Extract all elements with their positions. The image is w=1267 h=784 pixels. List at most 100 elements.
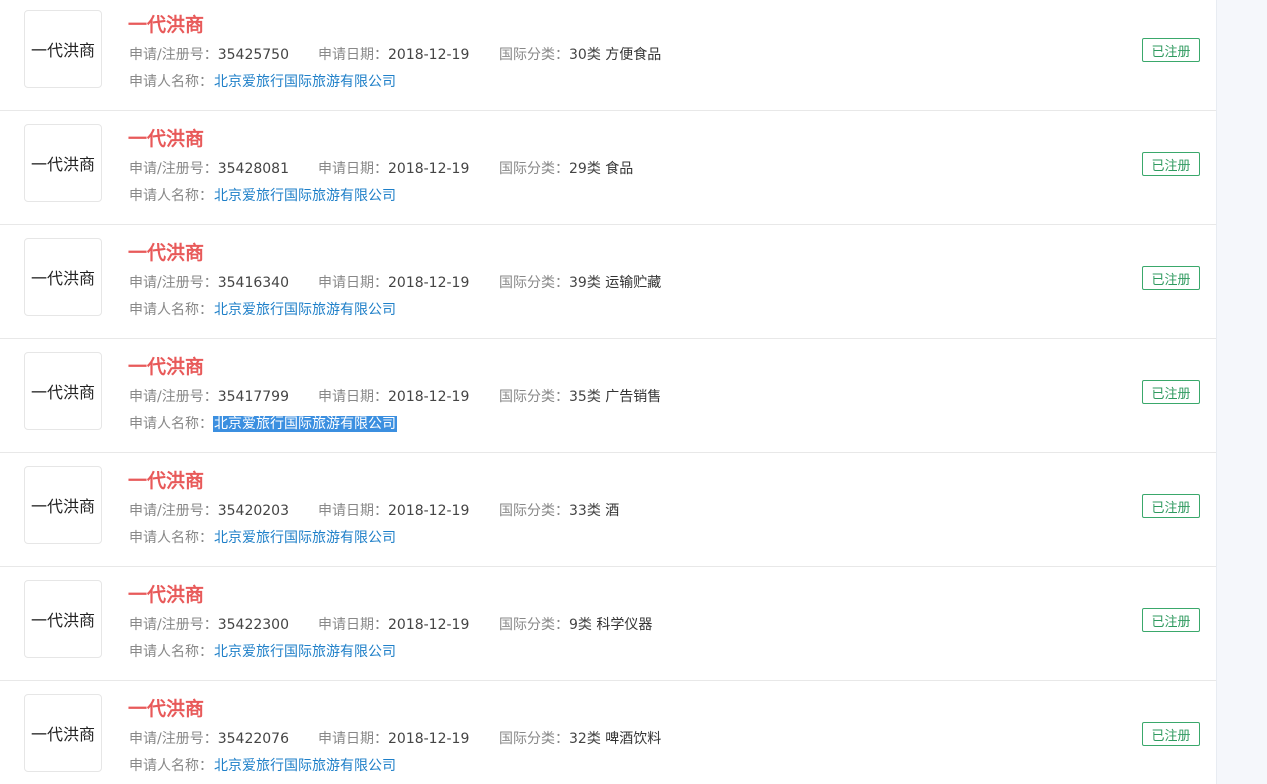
applicant-line: 申请人名称：北京爱旅行国际旅游有限公司 <box>129 756 397 776</box>
status-badge[interactable]: 已注册 <box>1142 266 1200 290</box>
apply-date-label: 申请日期： <box>318 731 388 747</box>
reg-no-value: 35422076 <box>217 731 289 747</box>
applicant-line: 申请人名称：北京爱旅行国际旅游有限公司 <box>129 300 397 320</box>
trademark-thumbnail[interactable]: 一代洪商 <box>24 10 102 88</box>
intl-class-number: 9类 <box>569 617 592 633</box>
applicant-line: 申请人名称：北京爱旅行国际旅游有限公司 <box>129 414 397 434</box>
apply-date-label: 申请日期： <box>318 275 388 291</box>
applicant-link-selected[interactable]: 北京爱旅行国际旅游有限公司 <box>213 416 397 432</box>
intl-class-name: 酒 <box>605 503 620 519</box>
apply-date-value: 2018-12-19 <box>388 161 470 177</box>
trademark-name[interactable]: 一代洪商 <box>128 355 204 379</box>
reg-no-value: 35416340 <box>217 275 289 291</box>
reg-no-label: 申请/注册号： <box>129 275 218 291</box>
intl-class-label: 国际分类： <box>499 389 569 405</box>
trademark-name[interactable]: 一代洪商 <box>128 697 204 721</box>
reg-no-value: 35422300 <box>217 617 289 633</box>
page: 一代洪商 一代洪商 申请/注册号：35425750 申请日期：2018-12-1… <box>0 0 1267 784</box>
intl-class-label: 国际分类： <box>499 731 569 747</box>
applicant-line: 申请人名称：北京爱旅行国际旅游有限公司 <box>129 72 397 92</box>
intl-class-number: 30类 <box>569 47 601 63</box>
applicant-label: 申请人名称： <box>129 302 213 318</box>
intl-class-label: 国际分类： <box>499 617 569 633</box>
apply-date-label: 申请日期： <box>318 161 388 177</box>
status-badge[interactable]: 已注册 <box>1142 722 1200 746</box>
trademark-row: 一代洪商 一代洪商 申请/注册号：35425750 申请日期：2018-12-1… <box>0 0 1216 111</box>
reg-no-label: 申请/注册号： <box>129 617 218 633</box>
trademark-name[interactable]: 一代洪商 <box>128 241 204 265</box>
applicant-label: 申请人名称： <box>129 188 213 204</box>
intl-class-number: 29类 <box>569 161 601 177</box>
trademark-row: 一代洪商 一代洪商 申请/注册号：35422300 申请日期：2018-12-1… <box>0 568 1216 681</box>
intl-class-label: 国际分类： <box>499 161 569 177</box>
apply-date-value: 2018-12-19 <box>388 47 470 63</box>
reg-no-value: 35420203 <box>217 503 289 519</box>
applicant-link[interactable]: 北京爱旅行国际旅游有限公司 <box>213 758 397 774</box>
apply-date-value: 2018-12-19 <box>388 389 470 405</box>
applicant-link[interactable]: 北京爱旅行国际旅游有限公司 <box>213 74 397 90</box>
applicant-label: 申请人名称： <box>129 416 213 432</box>
reg-no-value: 35425750 <box>217 47 289 63</box>
applicant-line: 申请人名称：北京爱旅行国际旅游有限公司 <box>129 642 397 662</box>
apply-date-label: 申请日期： <box>318 617 388 633</box>
intl-class-number: 35类 <box>569 389 601 405</box>
applicant-line: 申请人名称：北京爱旅行国际旅游有限公司 <box>129 186 397 206</box>
intl-class-name: 方便食品 <box>605 47 662 63</box>
right-gutter <box>1217 0 1267 784</box>
reg-no-value: 35428081 <box>217 161 289 177</box>
intl-class-label: 国际分类： <box>499 47 569 63</box>
apply-date-label: 申请日期： <box>318 47 388 63</box>
trademark-name[interactable]: 一代洪商 <box>128 13 204 37</box>
apply-date-value: 2018-12-19 <box>388 503 470 519</box>
reg-no-label: 申请/注册号： <box>129 731 218 747</box>
applicant-label: 申请人名称： <box>129 758 213 774</box>
trademark-thumbnail[interactable]: 一代洪商 <box>24 352 102 430</box>
intl-class-number: 39类 <box>569 275 601 291</box>
applicant-line: 申请人名称：北京爱旅行国际旅游有限公司 <box>129 528 397 548</box>
reg-no-label: 申请/注册号： <box>129 503 218 519</box>
reg-no-label: 申请/注册号： <box>129 161 218 177</box>
applicant-label: 申请人名称： <box>129 644 213 660</box>
apply-date-label: 申请日期： <box>318 503 388 519</box>
trademark-thumbnail[interactable]: 一代洪商 <box>24 694 102 772</box>
trademark-row: 一代洪商 一代洪商 申请/注册号：35416340 申请日期：2018-12-1… <box>0 226 1216 339</box>
applicant-link[interactable]: 北京爱旅行国际旅游有限公司 <box>213 644 397 660</box>
intl-class-name: 运输贮藏 <box>605 275 662 291</box>
apply-date-label: 申请日期： <box>318 389 388 405</box>
intl-class-name: 广告销售 <box>605 389 662 405</box>
applicant-label: 申请人名称： <box>129 530 213 546</box>
apply-date-value: 2018-12-19 <box>388 617 470 633</box>
trademark-thumbnail[interactable]: 一代洪商 <box>24 580 102 658</box>
status-badge[interactable]: 已注册 <box>1142 380 1200 404</box>
status-badge[interactable]: 已注册 <box>1142 38 1200 62</box>
trademark-name[interactable]: 一代洪商 <box>128 469 204 493</box>
trademark-thumbnail[interactable]: 一代洪商 <box>24 466 102 544</box>
applicant-link[interactable]: 北京爱旅行国际旅游有限公司 <box>213 302 397 318</box>
trademark-row: 一代洪商 一代洪商 申请/注册号：35428081 申请日期：2018-12-1… <box>0 112 1216 225</box>
applicant-link[interactable]: 北京爱旅行国际旅游有限公司 <box>213 530 397 546</box>
trademark-row: 一代洪商 一代洪商 申请/注册号：35417799 申请日期：2018-12-1… <box>0 340 1216 453</box>
trademark-thumbnail[interactable]: 一代洪商 <box>24 124 102 202</box>
intl-class-number: 32类 <box>569 731 601 747</box>
status-badge[interactable]: 已注册 <box>1142 608 1200 632</box>
reg-no-label: 申请/注册号： <box>129 389 218 405</box>
trademark-list: 一代洪商 一代洪商 申请/注册号：35425750 申请日期：2018-12-1… <box>0 0 1217 784</box>
trademark-name[interactable]: 一代洪商 <box>128 127 204 151</box>
reg-no-label: 申请/注册号： <box>129 47 218 63</box>
intl-class-name: 科学仪器 <box>596 617 653 633</box>
trademark-row: 一代洪商 一代洪商 申请/注册号：35422076 申请日期：2018-12-1… <box>0 682 1216 784</box>
intl-class-name: 啤酒饮料 <box>605 731 662 747</box>
apply-date-value: 2018-12-19 <box>388 275 470 291</box>
apply-date-value: 2018-12-19 <box>388 731 470 747</box>
status-badge[interactable]: 已注册 <box>1142 494 1200 518</box>
trademark-row: 一代洪商 一代洪商 申请/注册号：35420203 申请日期：2018-12-1… <box>0 454 1216 567</box>
intl-class-label: 国际分类： <box>499 503 569 519</box>
intl-class-name: 食品 <box>605 161 634 177</box>
applicant-label: 申请人名称： <box>129 74 213 90</box>
intl-class-label: 国际分类： <box>499 275 569 291</box>
reg-no-value: 35417799 <box>217 389 289 405</box>
applicant-link[interactable]: 北京爱旅行国际旅游有限公司 <box>213 188 397 204</box>
trademark-thumbnail[interactable]: 一代洪商 <box>24 238 102 316</box>
trademark-name[interactable]: 一代洪商 <box>128 583 204 607</box>
status-badge[interactable]: 已注册 <box>1142 152 1200 176</box>
